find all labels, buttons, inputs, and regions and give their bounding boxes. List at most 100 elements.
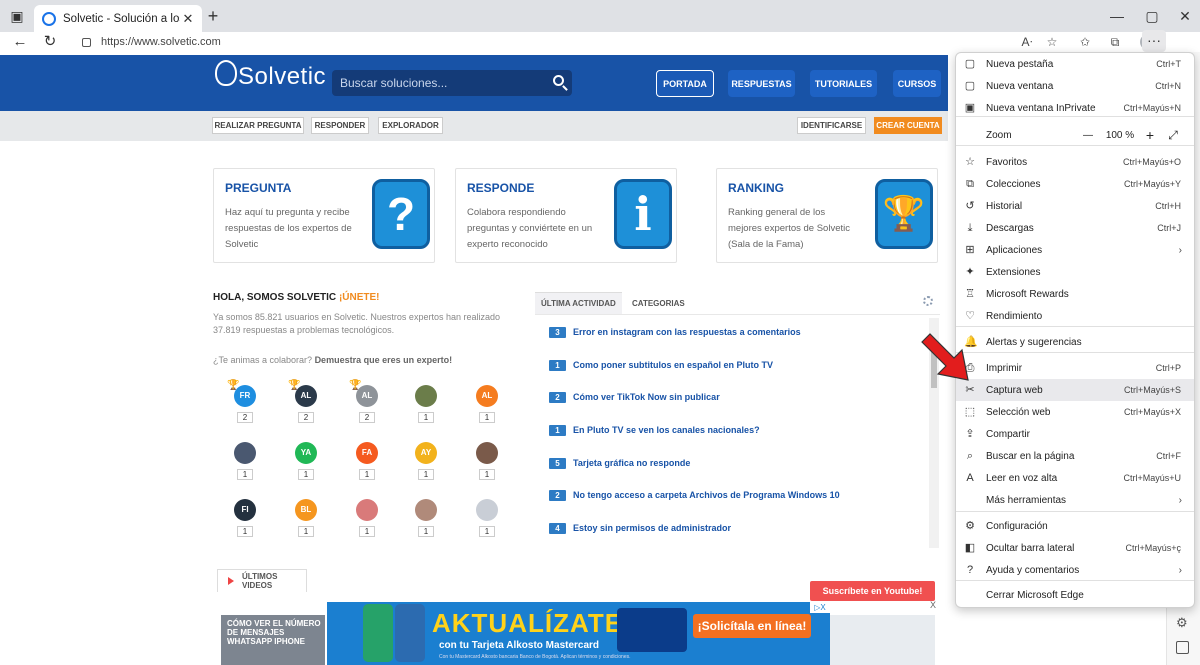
user-avatar[interactable]: FA — [356, 442, 378, 464]
settings-more-button[interactable]: ··· — [1142, 30, 1166, 52]
ad-close-icon[interactable]: X — [930, 600, 942, 612]
activity-settings-icon[interactable] — [923, 296, 933, 306]
menu-item[interactable]: ⚙ Configuración — [956, 515, 1194, 537]
user-avatar[interactable] — [415, 499, 437, 521]
address-bar[interactable]: https://www.solvetic.com — [72, 33, 652, 51]
menu-item[interactable]: ⌕ Buscar en la página Ctrl+F — [956, 445, 1194, 467]
user-avatar[interactable]: BL — [295, 499, 317, 521]
menu-item[interactable]: ♖ Microsoft Rewards — [956, 283, 1194, 305]
bulb-icon — [215, 60, 237, 86]
user-avatar[interactable] — [476, 499, 498, 521]
browser-tab[interactable]: Solvetic - Solución a los problem ✕ — [34, 5, 202, 32]
tab-ultima-actividad[interactable]: ÚLTIMA ACTIVIDAD — [535, 292, 622, 314]
menu-item[interactable]: ⇪ Compartir — [956, 423, 1194, 445]
menu-item[interactable]: Más herramientas › — [956, 489, 1194, 511]
new-tab-button[interactable]: + — [204, 6, 222, 26]
user-avatar[interactable] — [476, 442, 498, 464]
refresh-icon[interactable]: ↻ — [39, 33, 61, 51]
responder-button[interactable]: RESPONDER — [311, 117, 369, 134]
zoom-controls: — 100 % + ⤢ — [1075, 125, 1187, 145]
activity-link[interactable]: Error en instagram con las respuestas a … — [573, 327, 801, 337]
activity-item[interactable]: 2 Cómo ver TikTok Now sin publicar — [549, 390, 720, 404]
advertisement-banner[interactable]: AKTUALÍZATE con tu Tarjeta Alkosto Maste… — [327, 602, 830, 665]
activity-item[interactable]: 3 Error en instagram con las respuestas a… — [549, 325, 801, 339]
menu-item[interactable]: ? Ayuda y comentarios › — [956, 559, 1194, 581]
menu-item-icon — [964, 589, 976, 601]
fullscreen-icon[interactable]: ⤢ — [1161, 128, 1185, 143]
tab-categorias[interactable]: CATEGORIAS — [626, 292, 691, 314]
activity-link[interactable]: No tengo acceso a carpeta Archivos de Pr… — [573, 490, 840, 500]
user-avatar[interactable]: AY — [415, 442, 437, 464]
favorites-icon[interactable]: ✩ — [1074, 33, 1096, 51]
activity-link[interactable]: En Pluto TV se ven los canales nacionale… — [573, 425, 760, 435]
activity-link[interactable]: Cómo ver TikTok Now sin publicar — [573, 392, 720, 402]
menu-item[interactable]: A Leer en voz alta Ctrl+Mayús+U — [956, 467, 1194, 489]
activity-item[interactable]: 1 Como poner subtitulos en español en Plu… — [549, 358, 773, 372]
search-placeholder: Buscar soluciones... — [340, 76, 448, 90]
activity-item[interactable]: 5 Tarjeta gráfica no responde — [549, 456, 690, 470]
menu-item[interactable]: ♡ Rendimiento — [956, 305, 1194, 327]
activity-link[interactable]: Tarjeta gráfica no responde — [573, 458, 690, 468]
realizar-pregunta-button[interactable]: REALIZAR PREGUNTA — [212, 117, 304, 134]
menu-item[interactable]: ⤓ Descargas Ctrl+J — [956, 217, 1194, 239]
activity-item[interactable]: 4 Estoy sin permisos de administrador — [549, 521, 731, 535]
menu-item[interactable]: ✂ Captura web Ctrl+Mayús+S — [956, 379, 1194, 401]
ultimos-videos-tab[interactable]: ÚLTIMOS VIDEOS — [217, 569, 307, 592]
video-thumbnail[interactable]: CÓMO VER EL NÚMERO DE MENSAJES WHATSAPP … — [221, 615, 325, 665]
activity-link[interactable]: Como poner subtitulos en español en Plut… — [573, 360, 773, 370]
ad-cta-button[interactable]: ¡Solicítala en línea! — [693, 614, 811, 638]
read-aloud-icon[interactable]: Aᐧ — [1016, 33, 1038, 51]
minimize-icon[interactable]: — — [1106, 6, 1128, 26]
card-responde[interactable]: RESPONDE Colabora respondiendo preguntas… — [455, 168, 677, 263]
card-ranking[interactable]: RANKING Ranking general de los mejores e… — [716, 168, 938, 263]
solvetic-logo[interactable]: Solvetic — [215, 60, 326, 91]
menu-item[interactable]: ▣ Nueva ventana InPrivate Ctrl+Mayús+N — [956, 97, 1194, 119]
user-avatar[interactable] — [356, 499, 378, 521]
user-avatar[interactable]: FI — [234, 499, 256, 521]
zoom-out-button[interactable]: — — [1075, 130, 1101, 141]
activity-item[interactable]: 2 No tengo acceso a carpeta Archivos de P… — [549, 488, 840, 502]
user-avatar[interactable] — [415, 385, 437, 407]
search-icon[interactable] — [553, 75, 564, 86]
close-tab-icon[interactable]: ✕ — [180, 11, 196, 27]
menu-item[interactable]: ⧉ Colecciones Ctrl+Mayús+Y — [956, 173, 1194, 195]
collections-icon[interactable]: ⧉ — [1104, 33, 1126, 51]
nav-cursos[interactable]: CURSOS — [893, 70, 941, 97]
menu-item[interactable]: ▢ Nueva pestaña Ctrl+T — [956, 53, 1194, 75]
menu-item[interactable]: ⊞ Aplicaciones › — [956, 239, 1194, 261]
explorador-button[interactable]: EXPLORADOR — [378, 117, 443, 134]
sidebar-settings-icon[interactable]: ⚙ — [1176, 615, 1188, 631]
card-pregunta[interactable]: PREGUNTA Haz aquí tu pregunta y recibe r… — [213, 168, 435, 263]
menu-item[interactable]: 🔔 Alertas y sugerencias — [956, 331, 1194, 353]
menu-item[interactable]: ✦ Extensiones — [956, 261, 1194, 283]
sidebar-toggle-icon[interactable] — [1176, 641, 1189, 654]
menu-item[interactable]: ⬚ Selección web Ctrl+Mayús+X — [956, 401, 1194, 423]
user-avatar[interactable]: YA — [295, 442, 317, 464]
identificarse-button[interactable]: IDENTIFICARSE — [797, 117, 866, 134]
close-window-icon[interactable]: ✕ — [1174, 6, 1196, 26]
tab-actions-icon[interactable]: ▣ — [6, 6, 28, 26]
favorite-star-icon[interactable]: ☆ — [1041, 33, 1063, 51]
user-avatar[interactable]: AL — [476, 385, 498, 407]
menu-item[interactable]: Cerrar Microsoft Edge — [956, 584, 1194, 606]
nav-portada[interactable]: PORTADA — [656, 70, 714, 97]
back-icon[interactable]: ← — [9, 33, 31, 51]
menu-item[interactable]: ↺ Historial Ctrl+H — [956, 195, 1194, 217]
activity-link[interactable]: Estoy sin permisos de administrador — [573, 523, 731, 533]
menu-item[interactable]: ☆ Favoritos Ctrl+Mayús+O — [956, 151, 1194, 173]
menu-item[interactable]: ◧ Ocultar barra lateral Ctrl+Mayús+ç — [956, 537, 1194, 559]
youtube-subscribe-button[interactable]: Suscríbete en Youtube! — [810, 581, 935, 601]
crear-cuenta-button[interactable]: CREAR CUENTA — [874, 117, 942, 134]
nav-tutoriales[interactable]: TUTORIALES — [810, 70, 877, 97]
maximize-icon[interactable]: ▢ — [1141, 6, 1163, 26]
video-thumbnail[interactable] — [830, 615, 935, 665]
site-search-input[interactable]: Buscar soluciones... — [332, 70, 572, 96]
join-link[interactable]: ¡ÚNETE! — [339, 292, 380, 303]
user-avatar[interactable] — [234, 442, 256, 464]
menu-item[interactable]: ⎙ Imprimir Ctrl+P — [956, 357, 1194, 379]
menu-item[interactable]: ▢ Nueva ventana Ctrl+N — [956, 75, 1194, 97]
activity-item[interactable]: 1 En Pluto TV se ven los canales nacional… — [549, 423, 760, 437]
nav-respuestas[interactable]: RESPUESTAS — [728, 70, 795, 97]
zoom-in-button[interactable]: + — [1139, 127, 1161, 143]
adchoices-icon[interactable]: ▷X — [810, 602, 830, 613]
